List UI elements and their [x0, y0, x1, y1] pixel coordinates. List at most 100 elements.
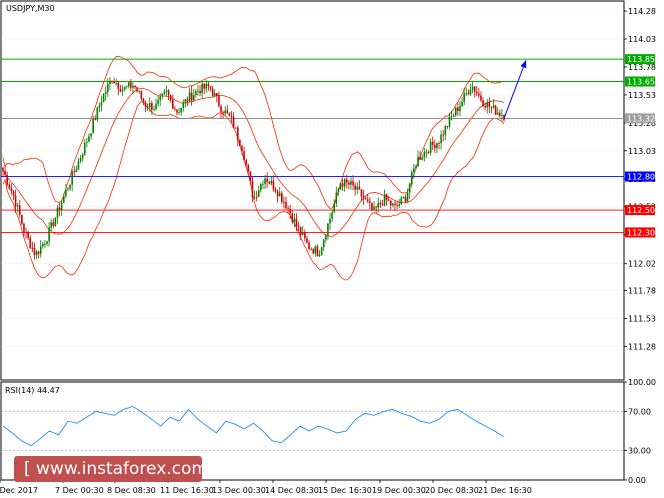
candle-body	[475, 92, 478, 94]
candle-body	[142, 98, 145, 103]
candle-body	[274, 189, 277, 192]
candle-body	[140, 91, 143, 99]
candle-body	[440, 134, 442, 144]
candle-body	[385, 194, 388, 201]
candle-body	[88, 136, 90, 142]
time-tick-label: 11 Dec 16:30	[160, 486, 214, 495]
candle-body	[199, 90, 201, 94]
candle-body	[81, 154, 84, 159]
candle-body	[480, 95, 482, 101]
candle-body	[23, 223, 25, 232]
candle-body	[130, 82, 132, 88]
candle-body	[425, 151, 428, 153]
candle-body	[304, 232, 306, 239]
candle-body	[371, 203, 373, 210]
candle-body	[251, 180, 254, 198]
candle-body	[222, 112, 224, 114]
candle-body	[69, 184, 71, 189]
candle-body	[94, 118, 97, 120]
candle-body	[316, 246, 319, 256]
candle-body	[121, 89, 124, 92]
candle-body	[226, 110, 229, 114]
candle-body	[239, 139, 241, 147]
candle-body	[438, 143, 440, 144]
candle-body	[421, 157, 424, 160]
time-tick-label: 19 Dec 00:30	[372, 486, 426, 495]
candle-body	[119, 88, 122, 92]
rsi-tick-label: 0.00	[628, 476, 646, 485]
time-tick-label: 14 Dec 08:30	[265, 486, 319, 495]
candle-body	[348, 182, 350, 185]
candle-body	[232, 116, 235, 129]
candle-body	[109, 80, 111, 84]
time-tick-label: 5 Dec 2017	[0, 486, 38, 495]
candle-body	[184, 99, 187, 103]
candle-body	[35, 251, 38, 255]
level-tag-label: 113.85	[627, 55, 655, 64]
candle-body	[236, 127, 239, 140]
candle-body	[452, 115, 455, 117]
candle-body	[16, 205, 19, 207]
candle-body	[104, 91, 107, 95]
candle-body	[469, 89, 472, 95]
candle-body	[402, 197, 405, 198]
candle-body	[262, 183, 264, 185]
candle-body	[390, 201, 392, 206]
candle-body	[205, 84, 208, 89]
candle-body	[144, 102, 147, 107]
candle-body	[171, 99, 174, 109]
candle-body	[268, 182, 271, 184]
candle-body	[132, 85, 134, 88]
candle-body	[266, 178, 268, 183]
candle-body	[280, 193, 283, 202]
candle-body	[230, 116, 233, 117]
candle-body	[52, 222, 55, 226]
candle-body	[75, 169, 78, 173]
candle-body	[169, 95, 172, 100]
time-axis: 5 Dec 2017 7 Dec 00:308 Dec 08:30 11 Dec 1…	[0, 480, 532, 495]
candle-body	[10, 188, 13, 192]
candle-body	[478, 93, 480, 96]
candle-body	[100, 102, 103, 106]
candle-body	[413, 168, 415, 173]
candle-body	[249, 171, 252, 181]
candle-body	[203, 83, 206, 89]
candle-body	[8, 184, 11, 189]
candle-body	[33, 247, 36, 255]
candle-body	[327, 223, 329, 236]
candle-body	[148, 102, 151, 108]
candle-body	[228, 113, 231, 117]
candle-body	[151, 102, 153, 110]
level-tag-label: 113.65	[627, 77, 655, 86]
candle-body	[283, 201, 285, 203]
candle-body	[320, 247, 323, 255]
candle-body	[65, 189, 67, 197]
price-tick-label: 114.03	[628, 35, 656, 44]
candle-body	[492, 105, 495, 108]
candle-body	[31, 247, 34, 249]
candle-body	[6, 175, 8, 185]
rsi-tick-label: 30.00	[628, 447, 651, 456]
candle-body	[73, 171, 76, 173]
price-tick-label: 113.03	[628, 147, 656, 156]
candle-body	[358, 186, 361, 190]
candle-body	[366, 199, 369, 202]
candle-body	[322, 239, 325, 248]
candle-body	[220, 106, 222, 113]
candle-body	[167, 90, 170, 96]
candle-body	[499, 112, 501, 116]
price-tick-label: 111.28	[628, 342, 656, 351]
candle-body	[331, 212, 333, 219]
candle-body	[345, 179, 348, 183]
candle-body	[364, 198, 367, 200]
instaforex-watermark: [ www.instaforex.com ]	[14, 456, 220, 482]
candle-body	[12, 191, 15, 196]
candle-body	[195, 91, 197, 96]
candle-body	[362, 196, 365, 199]
candle-body	[60, 202, 63, 211]
level-tags: 113.85 113.65 113.32 112.80 112.50 112.30	[625, 54, 655, 238]
candle-body	[264, 178, 266, 184]
candle-body	[415, 166, 417, 169]
candle-body	[471, 86, 474, 90]
candle-body	[325, 235, 327, 240]
